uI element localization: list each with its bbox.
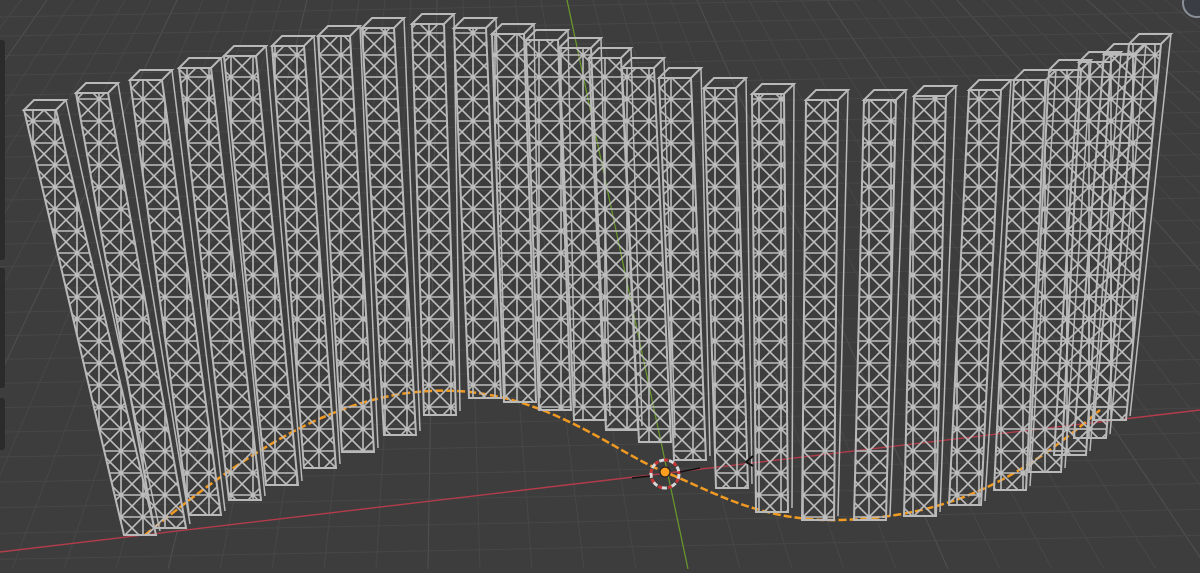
lattice-column-cap	[556, 37, 604, 49]
lattice-column[interactable]	[410, 23, 458, 416]
lattice-column-cap	[619, 57, 667, 69]
lattice-column[interactable]	[750, 93, 790, 513]
lattice-column-cap	[701, 77, 749, 89]
lattice-column-cap	[176, 57, 224, 69]
grid-line	[0, 0, 48, 68]
lattice-column-cap	[127, 69, 175, 81]
lattice-column-cap	[749, 83, 797, 95]
lattice-column[interactable]	[947, 89, 1003, 506]
origin-dot-icon[interactable]	[659, 466, 671, 478]
lattice-column[interactable]	[902, 95, 948, 517]
lattice-column[interactable]	[852, 99, 898, 521]
grid-line	[0, 31, 1200, 57]
lattice-column[interactable]	[702, 87, 750, 489]
lattice-column-cap	[73, 82, 121, 94]
lattice-columns[interactable]	[21, 13, 1174, 536]
lattice-column-edge	[791, 83, 795, 509]
viewport-canvas[interactable]	[0, 0, 1200, 570]
lattice-column-cap	[656, 67, 704, 79]
toolbar-edge-handle[interactable]	[0, 40, 5, 260]
toolbar-edge-handle[interactable]	[0, 268, 5, 388]
lattice-column[interactable]	[800, 99, 840, 521]
lattice-column-cap	[586, 47, 634, 59]
grid-line	[0, 0, 876, 18]
lattice-column-cap	[269, 35, 317, 47]
grid-line	[0, 534, 1200, 560]
lattice-column-cap	[409, 13, 457, 25]
toolbar-edge-handle[interactable]	[0, 398, 5, 450]
grid-line	[0, 11, 1200, 37]
3d-viewport[interactable]	[0, 0, 1200, 570]
lattice-column-cap	[21, 99, 69, 111]
grid-line	[0, 0, 74, 113]
lattice-column-cap	[966, 79, 1014, 91]
